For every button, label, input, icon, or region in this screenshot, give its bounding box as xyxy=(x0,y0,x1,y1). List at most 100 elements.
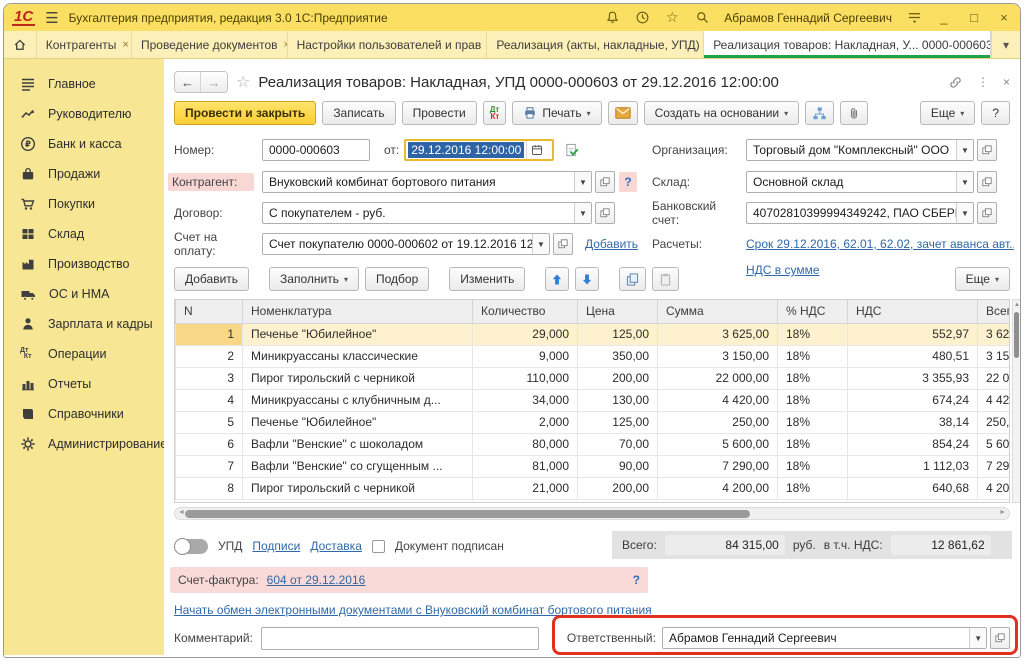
table-row[interactable]: 4Миникруассаны с клубничным д...34,00013… xyxy=(176,389,1011,411)
col-n[interactable]: N xyxy=(176,300,243,323)
close-form-icon[interactable]: × xyxy=(1003,75,1010,89)
cell-name[interactable]: Печенье "Юбилейное" xyxy=(243,323,473,345)
cell-qty[interactable]: 81,000 xyxy=(473,455,578,477)
sidebar-item-payroll-hr[interactable]: Зарплата и кадры xyxy=(4,309,164,339)
cell-total[interactable]: 4 200,00 xyxy=(978,477,1011,499)
document-signed-checkbox[interactable] xyxy=(372,540,385,553)
back-arrow-button[interactable]: ← xyxy=(175,72,201,92)
maximize-button[interactable]: □ xyxy=(966,10,982,25)
table-row[interactable]: 3Пирог тирольский с черникой110,000200,0… xyxy=(176,367,1011,389)
save-button[interactable]: Записать xyxy=(322,101,395,125)
cell-n[interactable]: 2 xyxy=(176,345,243,367)
number-field[interactable]: 0000-000603 xyxy=(262,139,370,161)
cell-n[interactable]: 3 xyxy=(176,367,243,389)
cell-n[interactable]: 5 xyxy=(176,411,243,433)
responsible-field[interactable]: Абрамов Геннадий Сергеевич▼ xyxy=(662,627,987,649)
delivery-link[interactable]: Доставка xyxy=(310,539,362,553)
invoice-help-button[interactable]: ? xyxy=(633,573,640,587)
col-sum[interactable]: Сумма xyxy=(658,300,778,323)
cell-vat_rate[interactable]: 18% xyxy=(778,323,848,345)
invoice-link[interactable]: 604 от 29.12.2016 xyxy=(267,573,366,587)
cell-sum[interactable]: 4 420,00 xyxy=(658,389,778,411)
tab-home[interactable] xyxy=(4,31,37,58)
copy-rows-button[interactable] xyxy=(619,267,646,291)
current-user[interactable]: Абрамов Геннадий Сергеевич xyxy=(724,11,892,25)
cell-price[interactable]: 125,00 xyxy=(578,323,658,345)
comment-input[interactable] xyxy=(261,627,539,650)
pick-button[interactable]: Подбор xyxy=(365,267,429,291)
cell-total[interactable]: 22 000,00 xyxy=(978,367,1011,389)
sidebar-item-manager[interactable]: Руководителю xyxy=(4,99,164,129)
table-row[interactable]: 8Пирог тирольский с черникой21,000200,00… xyxy=(176,477,1011,499)
cell-n[interactable]: 1 xyxy=(176,323,243,345)
cell-name[interactable]: Вафли "Венские" со сгущенным ... xyxy=(243,455,473,477)
contract-field[interactable]: С покупателем - руб.▼ xyxy=(262,202,592,224)
tab-current-document[interactable]: Реализация товаров: Накладная, У... 0000… xyxy=(704,31,991,58)
main-menu-icon[interactable]: ☰ xyxy=(45,9,58,27)
col-price[interactable]: Цена xyxy=(578,300,658,323)
tab-counterparties[interactable]: Контрагенты× xyxy=(37,31,132,58)
cell-vat[interactable]: 1 112,03 xyxy=(848,455,978,477)
print-button[interactable]: Печать▾ xyxy=(512,101,601,125)
cell-vat_rate[interactable]: 18% xyxy=(778,367,848,389)
cell-total[interactable]: 5 600,00 xyxy=(978,433,1011,455)
col-quantity[interactable]: Количество xyxy=(473,300,578,323)
tab-list-dropdown[interactable]: ▾ xyxy=(991,31,1020,58)
get-link-icon[interactable] xyxy=(948,75,963,90)
cell-total[interactable]: 250,00 xyxy=(978,411,1011,433)
cell-qty[interactable]: 29,000 xyxy=(473,323,578,345)
cell-n[interactable]: 6 xyxy=(176,433,243,455)
cell-sum[interactable]: 3 150,00 xyxy=(658,345,778,367)
post-and-close-button[interactable]: Провести и закрыть xyxy=(174,101,316,125)
cell-n[interactable]: 7 xyxy=(176,455,243,477)
dropdown-icon[interactable]: ▼ xyxy=(969,628,986,648)
dropdown-icon[interactable]: ▼ xyxy=(574,203,591,223)
cell-total[interactable]: 7 290,00 xyxy=(978,455,1011,477)
dropdown-icon[interactable]: ▼ xyxy=(956,140,973,160)
cell-total[interactable]: 4 420,00 xyxy=(978,389,1011,411)
cell-name[interactable]: Миникруассаны классические xyxy=(243,345,473,367)
cell-vat[interactable]: 640,68 xyxy=(848,477,978,499)
open-warehouse-icon[interactable] xyxy=(977,171,997,193)
forward-arrow-button[interactable]: → xyxy=(201,72,227,92)
date-field[interactable]: 29.12.2016 12:00:00 xyxy=(404,139,554,161)
add-row-button[interactable]: Добавить xyxy=(174,267,249,291)
payment-invoice-field[interactable]: Счет покупателю 0000-000602 от 19.12.201… xyxy=(262,233,550,255)
cell-vat[interactable]: 480,51 xyxy=(848,345,978,367)
settlements-link[interactable]: Срок 29.12.2016, 62.01, 62.02, зачет ава… xyxy=(746,237,1014,251)
open-contract-icon[interactable] xyxy=(595,202,615,224)
cell-vat[interactable]: 854,24 xyxy=(848,433,978,455)
cell-price[interactable]: 130,00 xyxy=(578,389,658,411)
cell-vat[interactable]: 552,97 xyxy=(848,323,978,345)
search-icon[interactable] xyxy=(694,10,710,26)
cell-total[interactable]: 3 625,00 xyxy=(978,323,1011,345)
table-row[interactable]: 2Миникруассаны классические9,000350,003 … xyxy=(176,345,1011,367)
related-documents-button[interactable] xyxy=(805,101,834,125)
cell-sum[interactable]: 22 000,00 xyxy=(658,367,778,389)
cell-name[interactable]: Пирог тирольский с черникой xyxy=(243,367,473,389)
cell-price[interactable]: 70,00 xyxy=(578,433,658,455)
table-row[interactable]: 6Вафли "Венские" с шоколадом80,00070,005… xyxy=(176,433,1011,455)
cell-vat_rate[interactable]: 18% xyxy=(778,389,848,411)
cell-qty[interactable]: 34,000 xyxy=(473,389,578,411)
col-total[interactable]: Всего xyxy=(978,300,1011,323)
cell-price[interactable]: 125,00 xyxy=(578,411,658,433)
open-counterparty-icon[interactable] xyxy=(595,171,615,193)
edit-button[interactable]: Изменить xyxy=(449,267,525,291)
close-tab-icon[interactable]: × xyxy=(122,39,128,51)
cell-vat_rate[interactable]: 18% xyxy=(778,345,848,367)
warehouse-field[interactable]: Основной склад▼ xyxy=(746,171,974,193)
table-row[interactable]: 1Печенье "Юбилейное"29,000125,00 3 625,00… xyxy=(176,323,1011,345)
close-window-button[interactable]: × xyxy=(996,10,1012,25)
open-organization-icon[interactable] xyxy=(977,139,997,161)
col-nomenclature[interactable]: Номенклатура xyxy=(243,300,473,323)
fill-button[interactable]: Заполнить▾ xyxy=(269,267,359,291)
minimize-button[interactable]: _ xyxy=(936,10,952,25)
cell-vat_rate[interactable]: 18% xyxy=(778,455,848,477)
vertical-scrollbar[interactable]: ▲ xyxy=(1012,299,1021,503)
vscroll-thumb[interactable] xyxy=(1014,312,1019,358)
history-icon[interactable] xyxy=(634,10,650,26)
more-menu-dots-icon[interactable]: ⋮ xyxy=(977,75,989,89)
cell-n[interactable]: 4 xyxy=(176,389,243,411)
sidebar-item-operations[interactable]: Дт Кт Операции xyxy=(4,339,164,369)
